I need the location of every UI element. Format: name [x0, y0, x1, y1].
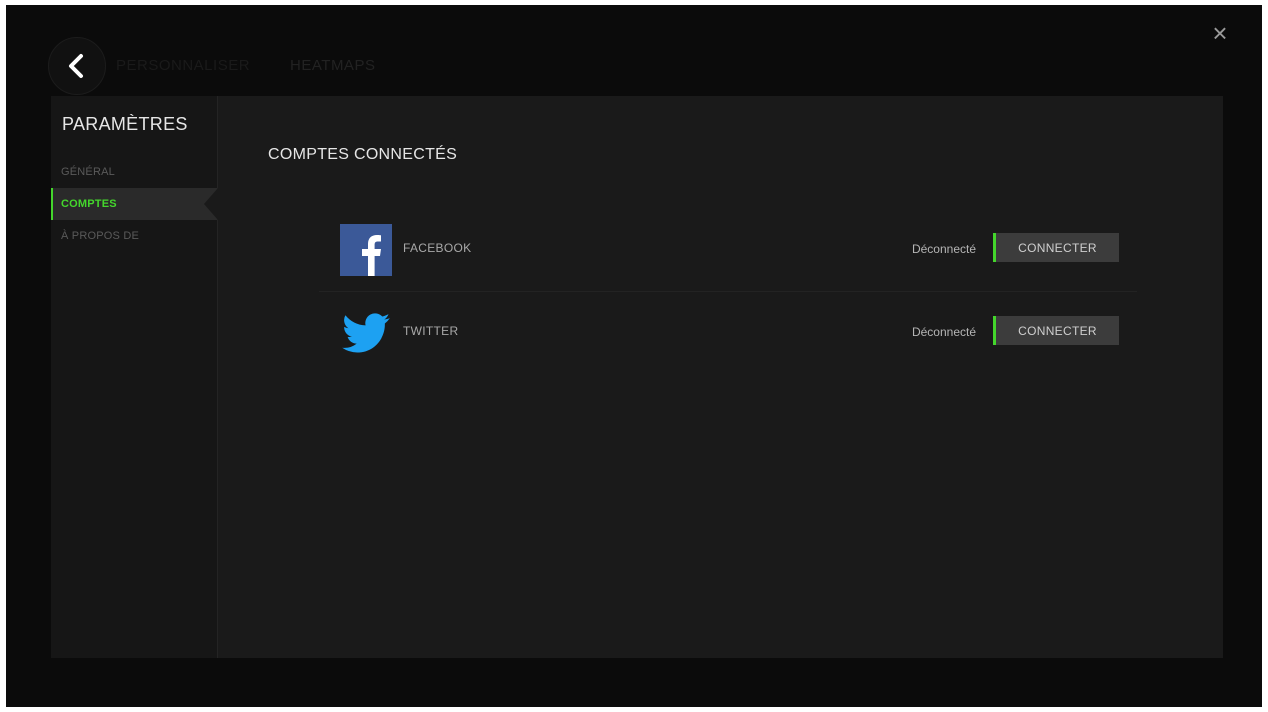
header-tabs: PERSONNALISER HEATMAPS — [116, 50, 375, 80]
tab-personnaliser[interactable]: PERSONNALISER — [116, 57, 250, 74]
sidebar-item-comptes[interactable]: COMPTES — [51, 188, 218, 220]
divider — [319, 291, 1137, 292]
account-name: FACEBOOK — [403, 241, 472, 255]
account-row-twitter: TWITTER Déconnecté CONNECTER — [316, 297, 1136, 367]
sidebar-item-a-propos[interactable]: À PROPOS DE — [51, 220, 217, 252]
sidebar-title: PARAMÈTRES — [62, 114, 188, 134]
facebook-icon — [340, 224, 392, 276]
settings-panel: PARAMÈTRES GÉNÉRAL COMPTES À PROPOS DE C… — [51, 96, 1223, 658]
back-button[interactable] — [48, 37, 106, 95]
status-text: Déconnecté — [911, 242, 976, 256]
sidebar: PARAMÈTRES GÉNÉRAL COMPTES À PROPOS DE — [51, 96, 218, 658]
account-row-facebook: FACEBOOK Déconnecté CONNECTER — [316, 214, 1136, 284]
connect-facebook-button[interactable]: CONNECTER — [993, 233, 1119, 262]
twitter-icon — [340, 307, 392, 359]
chevron-left-icon — [69, 54, 83, 78]
status-text: Déconnecté — [911, 325, 976, 339]
connect-twitter-button[interactable]: CONNECTER — [993, 316, 1119, 345]
close-button[interactable]: × — [1206, 19, 1234, 47]
settings-window: × PERSONNALISER HEATMAPS PARAMÈTRES GÉNÉ… — [6, 5, 1262, 707]
close-icon: × — [1212, 18, 1228, 48]
sidebar-item-general[interactable]: GÉNÉRAL — [51, 156, 217, 188]
account-name: TWITTER — [403, 324, 459, 338]
page-title: COMPTES CONNECTÉS — [268, 146, 458, 163]
tab-heatmaps[interactable]: HEATMAPS — [290, 57, 375, 74]
